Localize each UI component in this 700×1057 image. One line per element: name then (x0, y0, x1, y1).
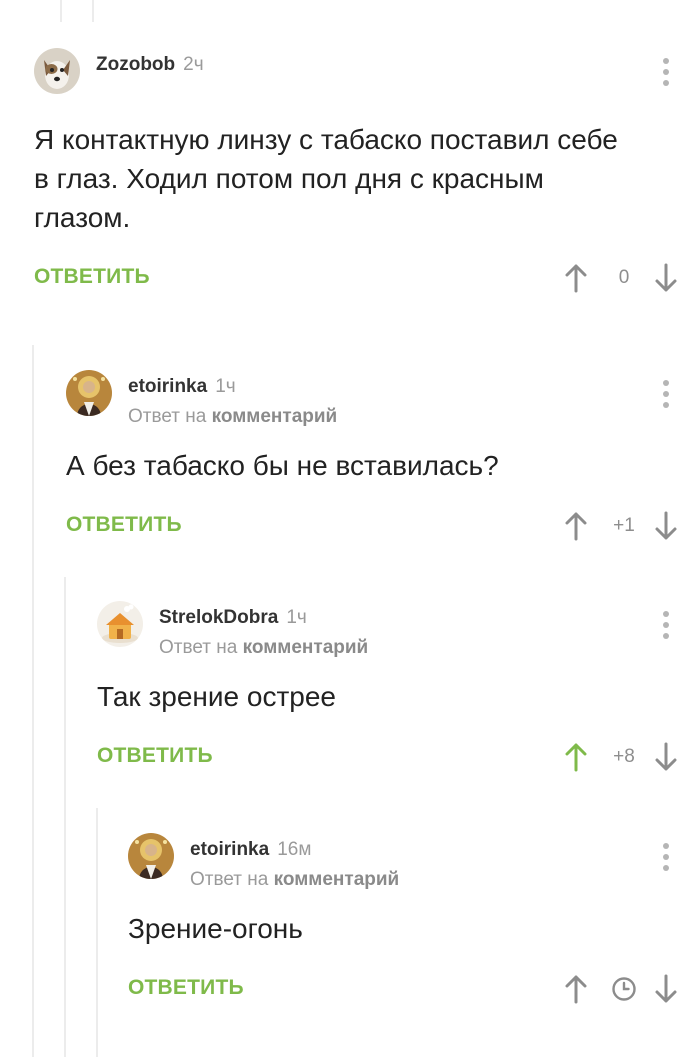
author-name[interactable]: Zozobob (96, 54, 175, 75)
clock-icon (611, 976, 637, 1002)
reply-button[interactable]: ОТВЕТИТЬ (66, 513, 182, 537)
comment-score: +8 (613, 746, 635, 767)
upvote-icon[interactable] (564, 974, 588, 1004)
vote-controls: +1 (564, 505, 700, 545)
reply-button[interactable]: ОТВЕТИТЬ (97, 744, 213, 768)
reply-reference: Ответ на комментарий (128, 406, 337, 428)
comment-text: Так зрение острее (97, 681, 336, 712)
more-options-icon[interactable] (662, 843, 670, 876)
comment-text: А без табаско бы не вставилась? (66, 450, 499, 481)
icon-portrait-avatar-icon (66, 370, 112, 416)
comment-author[interactable]: etoirinka 1ч (128, 376, 236, 398)
vote-controls: +8 (564, 736, 700, 776)
comment: StrelokDobra 1ч Ответ на комментарий Так … (97, 601, 700, 776)
downvote-icon[interactable] (654, 742, 678, 772)
user-avatar[interactable] (97, 601, 143, 647)
house-avatar-icon (97, 601, 143, 647)
comment-text: Я контактную линзу с табаско поставил се… (34, 124, 626, 233)
parent-comment-link[interactable]: комментарий (274, 869, 400, 890)
author-name[interactable]: StrelokDobra (159, 607, 278, 628)
downvote-icon[interactable] (654, 263, 678, 293)
icon-portrait-avatar-icon (128, 833, 174, 879)
comment-score: +1 (613, 515, 635, 536)
vote-controls: 0 (564, 257, 700, 297)
upvote-icon[interactable] (564, 742, 588, 772)
thread-line (60, 0, 62, 22)
downvote-icon[interactable] (654, 511, 678, 541)
comment: etoirinka 1ч Ответ на комментарий А без т… (66, 370, 700, 545)
comment-author[interactable]: etoirinka 16м (190, 839, 311, 861)
more-options-icon[interactable] (662, 58, 670, 91)
comment-time: 16м (277, 839, 312, 860)
upvote-icon[interactable] (564, 263, 588, 293)
reply-prefix: Ответ на (190, 869, 269, 890)
thread-line (96, 808, 98, 1057)
upvote-icon[interactable] (564, 511, 588, 541)
more-options-icon[interactable] (662, 380, 670, 413)
comment-author[interactable]: Zozobob 2ч (96, 54, 204, 76)
reply-reference: Ответ на комментарий (159, 637, 368, 659)
thread-line (92, 0, 94, 22)
user-avatar[interactable] (34, 48, 80, 94)
comment-time: 1ч (286, 607, 307, 628)
user-avatar[interactable] (66, 370, 112, 416)
comment-text: Зрение-огонь (128, 913, 303, 944)
reply-prefix: Ответ на (128, 406, 207, 427)
downvote-icon[interactable] (654, 974, 678, 1004)
reply-reference: Ответ на комментарий (190, 869, 399, 891)
comment-score: 0 (618, 267, 630, 288)
vote-controls (564, 968, 700, 1008)
dog-avatar-icon (34, 48, 80, 94)
author-name[interactable]: etoirinka (128, 376, 207, 397)
comment: Zozobob 2ч Я контактную линзу с табаско п… (34, 48, 700, 297)
comment: etoirinka 16м Ответ на комментарий Зрение… (128, 833, 700, 1008)
thread-line (64, 577, 66, 1057)
author-name[interactable]: etoirinka (190, 839, 269, 860)
comment-time: 2ч (183, 54, 204, 75)
reply-button[interactable]: ОТВЕТИТЬ (34, 265, 150, 289)
parent-comment-link[interactable]: комментарий (212, 406, 338, 427)
reply-button[interactable]: ОТВЕТИТЬ (128, 976, 244, 1000)
comment-author[interactable]: StrelokDobra 1ч (159, 607, 307, 629)
parent-comment-link[interactable]: комментарий (243, 637, 369, 658)
more-options-icon[interactable] (662, 611, 670, 644)
user-avatar[interactable] (128, 833, 174, 879)
reply-prefix: Ответ на (159, 637, 238, 658)
comment-time: 1ч (215, 376, 236, 397)
thread-line (32, 345, 34, 1057)
